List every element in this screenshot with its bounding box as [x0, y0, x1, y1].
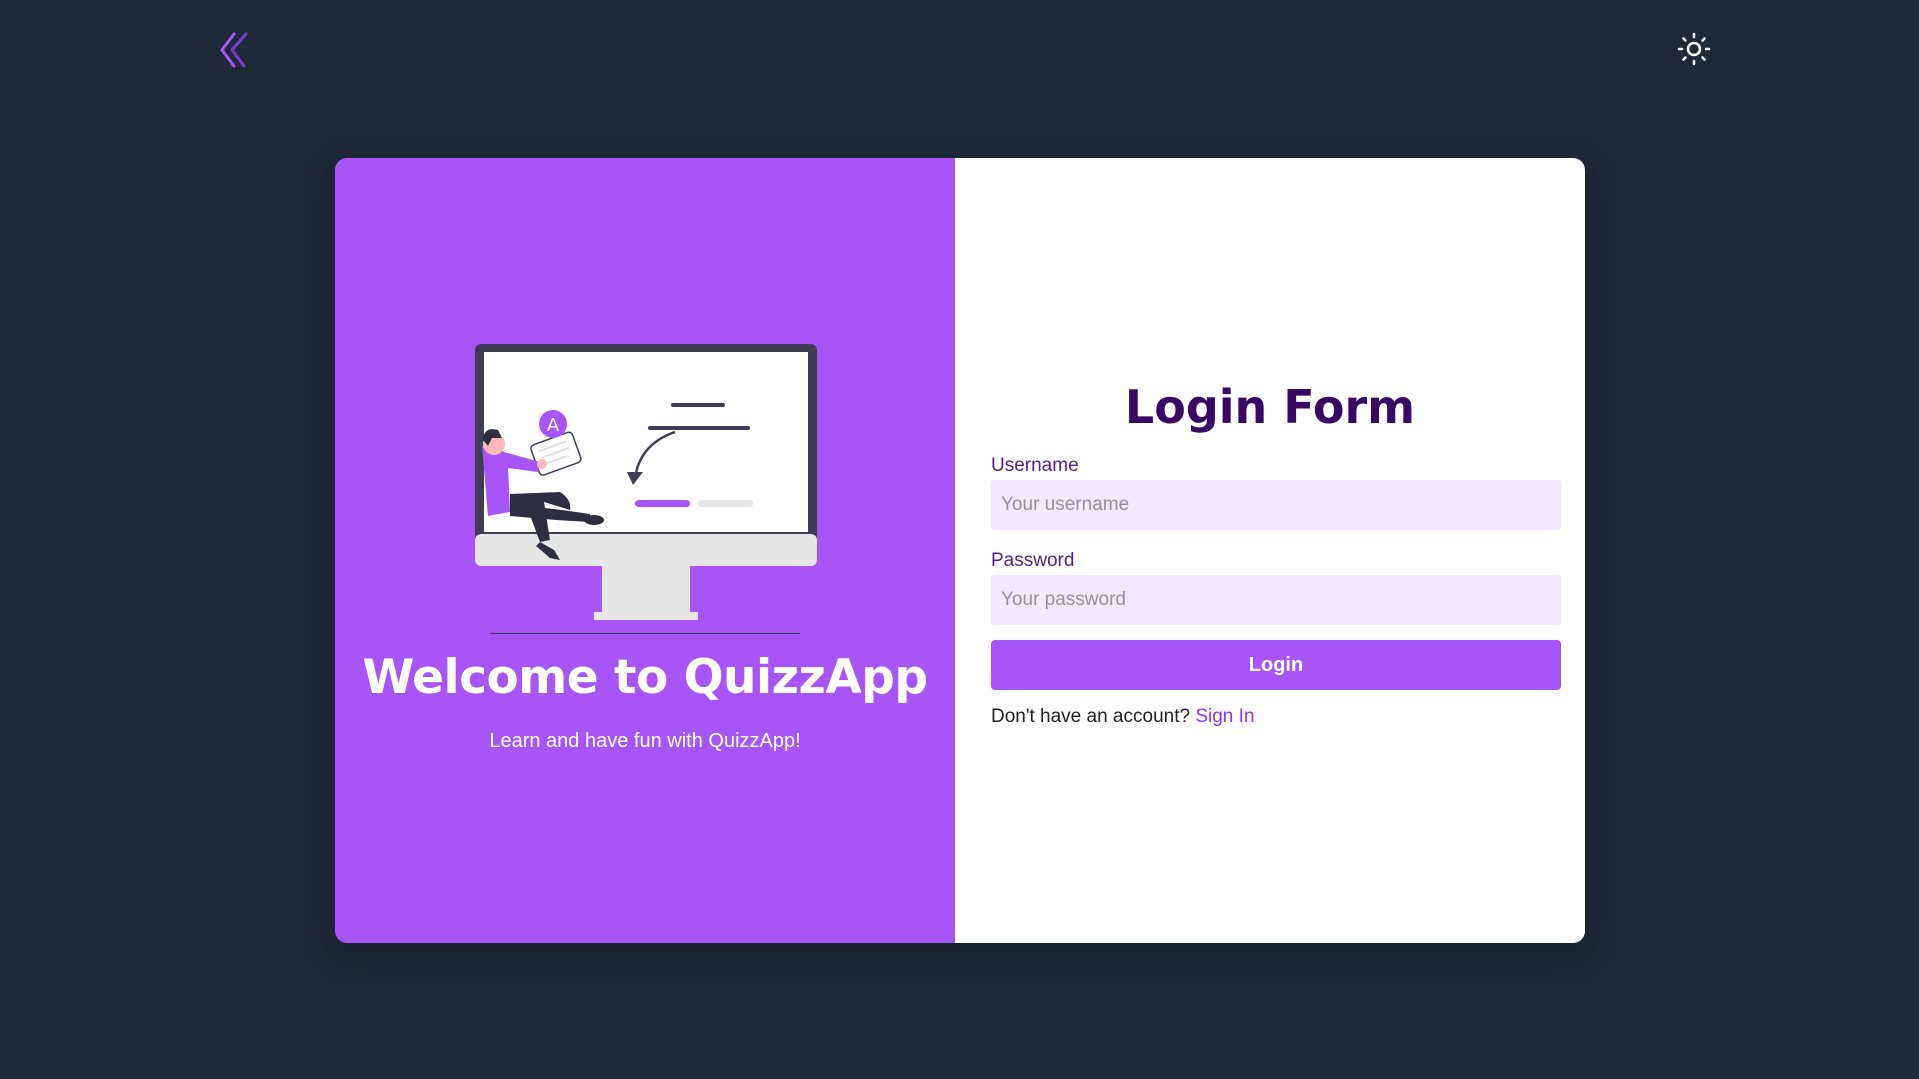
login-card: A Welcome to QuizzApp Learn and have fun…: [335, 158, 1585, 943]
signup-prompt-line: Don't have an account? Sign In: [991, 706, 1254, 728]
password-label: Password: [991, 550, 1075, 571]
welcome-title: Welcome to QuizzApp: [362, 650, 928, 705]
person-at-monitor-illustration: A: [470, 344, 820, 635]
form-title: Login Form: [1124, 380, 1416, 434]
signup-prompt: Don't have an account?: [991, 706, 1191, 727]
sun-icon[interactable]: [1677, 32, 1711, 66]
username-label: Username: [991, 455, 1079, 476]
illustration-letter: A: [547, 415, 560, 436]
welcome-subtitle: Learn and have fun with QuizzApp!: [489, 730, 801, 752]
username-input[interactable]: [991, 480, 1561, 530]
login-form-panel: Login Form Username Password Login Don't…: [955, 158, 1585, 943]
password-input[interactable]: [991, 575, 1561, 625]
welcome-panel: A Welcome to QuizzApp Learn and have fun…: [335, 158, 955, 943]
logo-icon[interactable]: [216, 30, 252, 70]
login-button[interactable]: Login: [991, 640, 1561, 690]
sign-in-link[interactable]: Sign In: [1195, 706, 1254, 727]
